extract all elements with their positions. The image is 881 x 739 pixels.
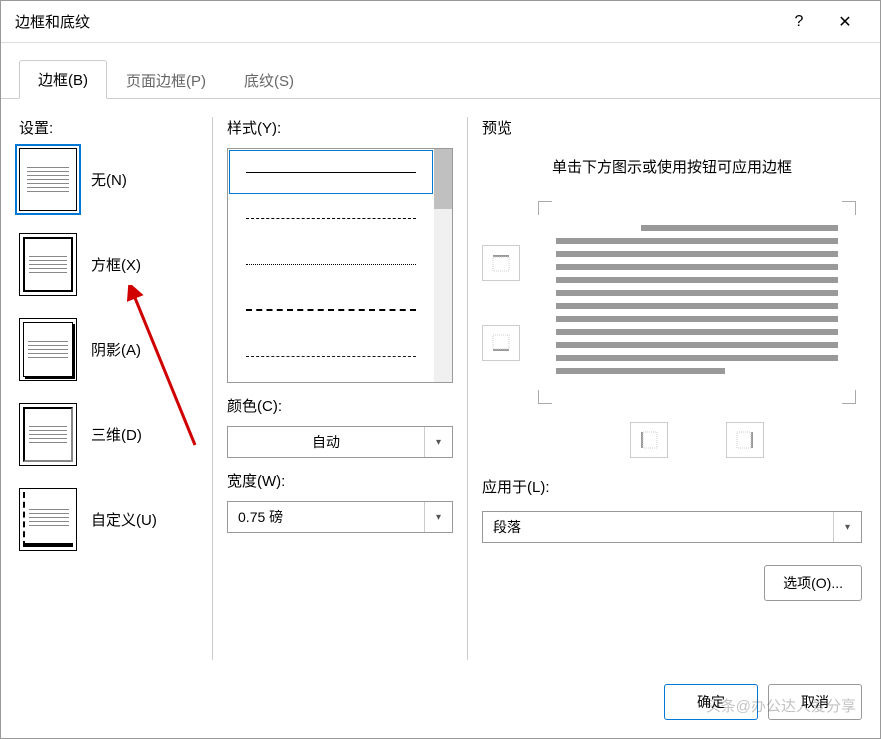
preview-label: 预览 [482, 117, 862, 138]
chevron-down-icon: ▾ [424, 502, 452, 532]
apply-label: 应用于(L): [482, 476, 862, 497]
close-button[interactable]: ✕ [822, 6, 868, 38]
setting-box[interactable]: 方框(X) [19, 233, 200, 296]
preview-canvas[interactable] [532, 195, 862, 410]
chevron-down-icon: ▾ [424, 427, 452, 457]
style-dashed[interactable] [228, 287, 434, 333]
setting-3d-label: 三维(D) [91, 424, 142, 445]
style-listbox[interactable] [227, 148, 453, 383]
tab-page-border[interactable]: 页面边框(P) [107, 61, 225, 99]
style-scrollbar[interactable] [434, 149, 452, 382]
tab-border[interactable]: 边框(B) [19, 60, 107, 99]
border-left-icon [639, 430, 659, 450]
width-combo[interactable]: 0.75 磅 ▾ [227, 501, 453, 533]
tab-shading[interactable]: 底纹(S) [225, 61, 313, 99]
setting-box-label: 方框(X) [91, 254, 141, 275]
scrollbar-thumb[interactable] [434, 149, 452, 209]
border-top-button[interactable] [482, 245, 520, 281]
border-left-button[interactable] [630, 422, 668, 458]
style-solid[interactable] [228, 149, 434, 195]
dialog-footer: 确定 取消 头条@办公达人爱分享 [1, 672, 880, 738]
border-right-icon [735, 430, 755, 450]
setting-box-icon [19, 233, 77, 296]
options-button[interactable]: 选项(O)... [764, 565, 862, 601]
dialog-title: 边框和底纹 [15, 11, 776, 32]
preview-hint: 单击下方图示或使用按钮可应用边框 [482, 156, 862, 177]
width-value: 0.75 磅 [228, 507, 424, 527]
apply-combo[interactable]: 段落 ▾ [482, 511, 862, 543]
setting-custom-icon [19, 488, 77, 551]
border-bottom-button[interactable] [482, 325, 520, 361]
chevron-down-icon: ▾ [833, 512, 861, 542]
style-label: 样式(Y): [227, 117, 455, 138]
style-dashed-long[interactable] [228, 195, 434, 241]
borders-shading-dialog: 边框和底纹 ? ✕ 边框(B) 页面边框(P) 底纹(S) 设置: [0, 0, 881, 739]
tab-row: 边框(B) 页面边框(P) 底纹(S) [1, 61, 880, 99]
dialog-body: 设置: 无(N) [1, 99, 880, 672]
setting-none-icon [19, 148, 77, 211]
width-label: 宽度(W): [227, 470, 455, 491]
settings-column: 设置: 无(N) [19, 117, 200, 660]
style-dash-dot[interactable] [228, 333, 434, 379]
border-bottom-icon [491, 333, 511, 353]
border-top-icon [491, 253, 511, 273]
style-dotted[interactable] [228, 241, 434, 287]
settings-label: 设置: [19, 117, 200, 138]
style-column: 样式(Y): 颜色(C): 自动 ▾ [212, 117, 455, 660]
setting-shadow[interactable]: 阴影(A) [19, 318, 200, 381]
cancel-button[interactable]: 取消 [768, 684, 862, 720]
setting-custom[interactable]: 自定义(U) [19, 488, 200, 551]
setting-none-label: 无(N) [91, 169, 127, 190]
help-button[interactable]: ? [776, 6, 822, 38]
titlebar: 边框和底纹 ? ✕ [1, 1, 880, 43]
setting-shadow-icon [19, 318, 77, 381]
color-label: 颜色(C): [227, 395, 455, 416]
preview-column: 预览 单击下方图示或使用按钮可应用边框 [467, 117, 862, 660]
border-right-button[interactable] [726, 422, 764, 458]
setting-custom-label: 自定义(U) [91, 509, 157, 530]
setting-3d-icon [19, 403, 77, 466]
setting-shadow-label: 阴影(A) [91, 339, 141, 360]
preview-text-lines [556, 223, 838, 374]
color-value: 自动 [228, 432, 424, 452]
setting-3d[interactable]: 三维(D) [19, 403, 200, 466]
apply-value: 段落 [483, 517, 833, 537]
color-combo[interactable]: 自动 ▾ [227, 426, 453, 458]
ok-button[interactable]: 确定 [664, 684, 758, 720]
setting-none[interactable]: 无(N) [19, 148, 200, 211]
